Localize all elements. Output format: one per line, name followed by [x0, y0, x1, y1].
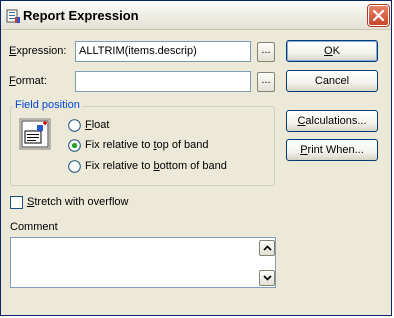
- print-when-button[interactable]: Print When...: [286, 139, 378, 161]
- calculations-button[interactable]: Calculations...: [286, 110, 378, 132]
- format-builder-button[interactable]: ...: [257, 72, 275, 92]
- chevron-up-icon: [263, 245, 272, 251]
- radio-float-label: Float: [85, 119, 110, 131]
- radio-fix-bottom-label: Fix relative to bottom of band: [85, 160, 227, 172]
- radio-float[interactable]: [68, 119, 81, 132]
- comment-scroll-down-button[interactable]: [259, 270, 275, 286]
- radio-fix-top[interactable]: [68, 139, 81, 152]
- stretch-overflow-checkbox[interactable]: [10, 196, 23, 209]
- cancel-button[interactable]: Cancel: [286, 70, 378, 92]
- radio-fix-top-label: Fix relative to top of band: [85, 139, 209, 151]
- close-button[interactable]: [368, 5, 389, 26]
- close-icon: [372, 9, 385, 22]
- format-input[interactable]: [75, 71, 251, 92]
- chevron-down-icon: [263, 275, 272, 281]
- comment-textarea[interactable]: [10, 237, 276, 288]
- expression-label: Expression:: [9, 45, 67, 57]
- comment-scroll-up-button[interactable]: [259, 240, 275, 256]
- field-position-title: Field position: [13, 99, 82, 111]
- report-app-icon: [5, 8, 21, 24]
- title-bar: Report Expression: [1, 1, 391, 30]
- stretch-overflow-label: Stretch with overflow: [27, 196, 129, 208]
- report-expression-dialog: Report Expression Expression: ALLTRIM(it…: [0, 0, 392, 316]
- ok-button[interactable]: OK: [286, 40, 378, 62]
- comment-label: Comment: [10, 221, 58, 233]
- field-position-band-icon: [19, 118, 51, 150]
- radio-fix-bottom[interactable]: [68, 160, 81, 173]
- window-title: Report Expression: [23, 8, 139, 23]
- format-label: Format:: [9, 75, 47, 87]
- expression-input[interactable]: ALLTRIM(items.descrip): [75, 41, 251, 62]
- expression-builder-button[interactable]: ...: [257, 42, 275, 62]
